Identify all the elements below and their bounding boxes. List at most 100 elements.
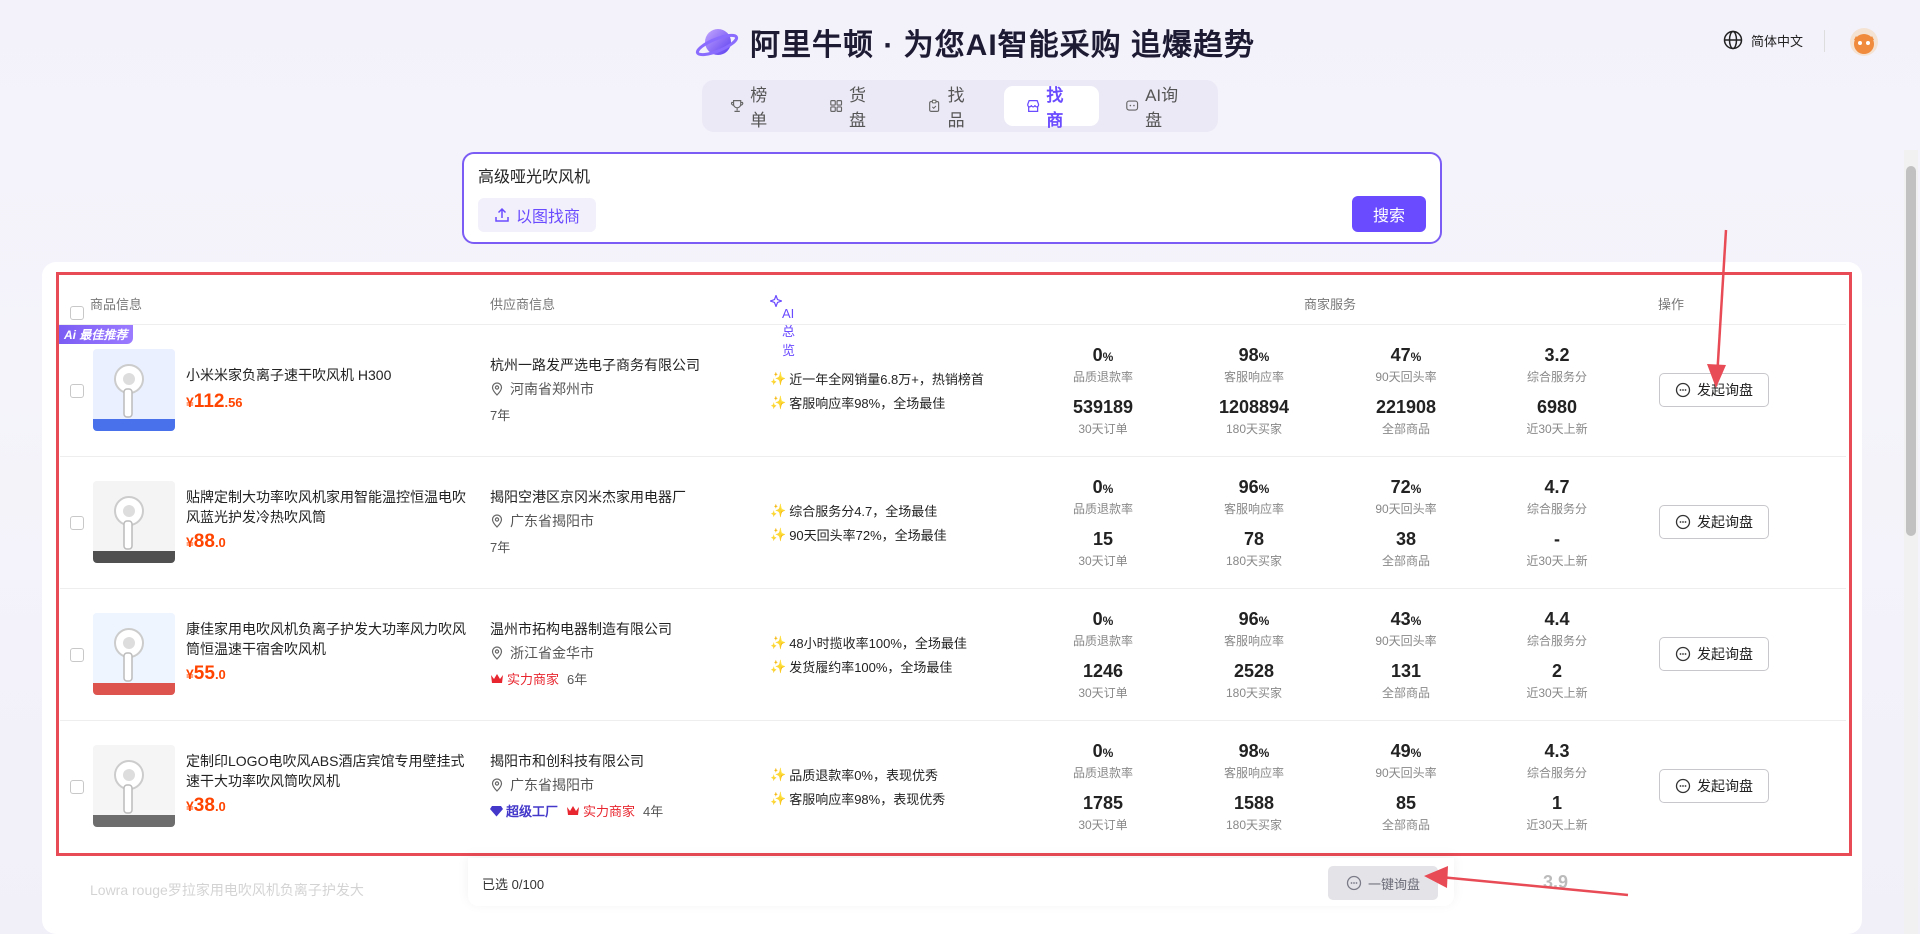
location-icon [491, 382, 503, 396]
supplier-badge: 超级工厂 [490, 801, 558, 820]
supplier-years: 7年 [490, 408, 511, 423]
chat-icon [1346, 875, 1362, 891]
upload-icon [495, 207, 509, 222]
planet-logo-icon [694, 22, 740, 62]
metric-m7: 85 全部商品 [1381, 793, 1430, 832]
avatar[interactable] [1850, 28, 1878, 56]
crown-icon [567, 805, 580, 815]
ai-insight: ✨ 近一年全网销量6.8万+，热销榜首 [770, 370, 984, 388]
chat-icon [1675, 778, 1691, 794]
metric-m5: 15 30天订单 [1078, 529, 1128, 568]
supplier-region: 广东省揭阳市 [490, 775, 594, 795]
bulk-inquiry-button[interactable]: 一键询盘 [1328, 866, 1438, 900]
sparkle-icon: ✨ [770, 370, 787, 386]
sparkle-icon: ✨ [770, 658, 787, 674]
product-thumbnail[interactable] [93, 481, 175, 563]
ai-insight: ✨ 90天回头率72%，全场最佳 [770, 526, 947, 544]
metric-m4: 4.7 综合服务分 [1526, 477, 1587, 516]
ai-insight: ✨ 品质退款率0%，表现优秀 [770, 766, 938, 784]
sparkle-icon: ✨ [770, 394, 787, 410]
supplier-name[interactable]: 杭州一路发严选电子商务有限公司 [490, 355, 700, 375]
product-thumbnail[interactable] [93, 613, 175, 695]
inquire-button[interactable]: 发起询盘 [1659, 505, 1769, 539]
ai-insight: ✨ 48小时揽收率100%，全场最佳 [770, 634, 967, 652]
header-ai: AI总览 [768, 293, 795, 358]
metric-m5: 1246 30天订单 [1078, 661, 1128, 700]
bottom-action-bar: 已选 0/100 一键询盘 [468, 858, 1454, 906]
store-icon [1027, 100, 1040, 112]
row-checkbox[interactable] [70, 516, 84, 530]
metric-m7: 38 全部商品 [1381, 529, 1430, 568]
header-action: 操作 [1658, 297, 1685, 312]
metric-m6: 1208894 180天买家 [1218, 397, 1290, 436]
metric-m6: 1588 180天买家 [1225, 793, 1283, 832]
ai-insight: ✨ 发货履约率100%，全场最佳 [770, 658, 953, 676]
metric-m4: 4.4 综合服务分 [1526, 609, 1587, 648]
inquire-button[interactable]: 发起询盘 [1659, 769, 1769, 803]
metric-m8: 2 近30天上新 [1526, 661, 1588, 700]
tab-ai-inquiry[interactable]: AI询盘 [1103, 86, 1212, 130]
row-checkbox[interactable] [70, 648, 84, 662]
ai-insight: ✨ 综合服务分4.7，全场最佳 [770, 502, 938, 520]
language-label: 简体中文 [1751, 33, 1804, 49]
supplier-years: 7年 [490, 540, 511, 555]
scrollbar-thumb[interactable] [1906, 166, 1916, 536]
product-name[interactable]: 康佳家用电吹风机负离子护发大功率风力吹风筒恒温速干宿舍吹风机 [186, 619, 476, 659]
supplier-name[interactable]: 揭阳市和创科技有限公司 [490, 751, 644, 771]
clipboard-icon [929, 99, 940, 112]
product-thumbnail[interactable] [93, 745, 175, 827]
metric-m7: 221908 全部商品 [1375, 397, 1437, 436]
metric-m2: 96% 客服响应率 [1223, 477, 1284, 516]
chat-icon [1125, 100, 1138, 111]
sparkle-icon: ✨ [770, 766, 787, 782]
supplier-years: 实力商家 6年 [490, 669, 587, 688]
search-button[interactable]: 搜索 [1352, 196, 1426, 232]
metric-m7: 131 全部商品 [1381, 661, 1430, 700]
brand-title: 阿里牛顿 · 为您AI智能采购 追爆趋势 [750, 29, 1255, 62]
supplier-badge: 实力商家 [566, 801, 635, 820]
table-header: 商品信息 供应商信息 AI总览 商家服务 操作 [56, 282, 1846, 358]
table-row: 贴牌定制大功率吹风机家用智能温控恒温电吹风蓝光护发冷热吹风筒 ¥88.0 揭阳空… [60, 456, 1846, 588]
metric-m4: 4.3 综合服务分 [1526, 741, 1587, 780]
grid-icon [829, 100, 842, 112]
location-icon [491, 646, 503, 660]
supplier-region: 河南省郑州市 [490, 379, 594, 399]
metric-m1: 0% 品质退款率 [1072, 609, 1133, 648]
tab-find-supplier[interactable]: 找商 [1004, 86, 1099, 130]
faded-metric: 3.9 [1543, 872, 1569, 892]
chat-icon [1675, 382, 1691, 398]
product-name[interactable]: 贴牌定制大功率吹风机家用智能温控恒温电吹风蓝光护发冷热吹风筒 [186, 487, 476, 527]
product-thumbnail[interactable] [93, 349, 175, 431]
supplier-name[interactable]: 揭阳空港区京冈米杰家用电器厂 [490, 487, 686, 507]
sparkle-icon: ✨ [770, 634, 787, 650]
tab-ranking[interactable]: 榜单 [708, 86, 803, 130]
search-input[interactable] [478, 166, 1278, 184]
row-checkbox[interactable] [70, 780, 84, 794]
row-checkbox[interactable] [70, 384, 84, 398]
inquire-button[interactable]: 发起询盘 [1659, 637, 1769, 671]
location-icon [491, 778, 503, 792]
tab-goods[interactable]: 货盘 [807, 86, 902, 130]
metric-m2: 98% 客服响应率 [1223, 345, 1284, 384]
metric-m3: 47% 90天回头率 [1375, 345, 1437, 384]
metric-m3: 49% 90天回头率 [1375, 741, 1437, 780]
chat-icon [1675, 514, 1691, 530]
supplier-region: 广东省揭阳市 [490, 511, 594, 531]
metric-m8: 1 近30天上新 [1526, 793, 1588, 832]
ai-insight: ✨ 客服响应率98%，全场最佳 [770, 394, 946, 412]
metric-m6: 2528 180天买家 [1225, 661, 1283, 700]
language-switcher[interactable]: 简体中文 [1723, 30, 1803, 50]
supplier-badge: 实力商家 [490, 669, 559, 688]
inquire-button[interactable]: 发起询盘 [1659, 373, 1769, 407]
tab-find-product[interactable]: 找品 [905, 86, 1000, 130]
brand[interactable]: 阿里牛顿 · 为您AI智能采购 追爆趋势 [694, 18, 1255, 66]
image-search-button[interactable]: 以图找商 [478, 198, 596, 232]
product-name[interactable]: 定制印LOGO电吹风ABS酒店宾馆专用壁挂式速干大功率吹风筒吹风机 [186, 751, 476, 791]
product-name[interactable]: 小米米家负离子速干吹风机 H300 [186, 365, 476, 385]
product-price: ¥88.0 [186, 531, 226, 552]
header-product: 商品信息 [90, 297, 143, 312]
crown-icon [491, 673, 503, 683]
supplier-name[interactable]: 温州市拓构电器制造有限公司 [490, 619, 672, 639]
metric-m3: 72% 90天回头率 [1375, 477, 1437, 516]
metric-m8: 6980 近30天上新 [1526, 397, 1588, 436]
